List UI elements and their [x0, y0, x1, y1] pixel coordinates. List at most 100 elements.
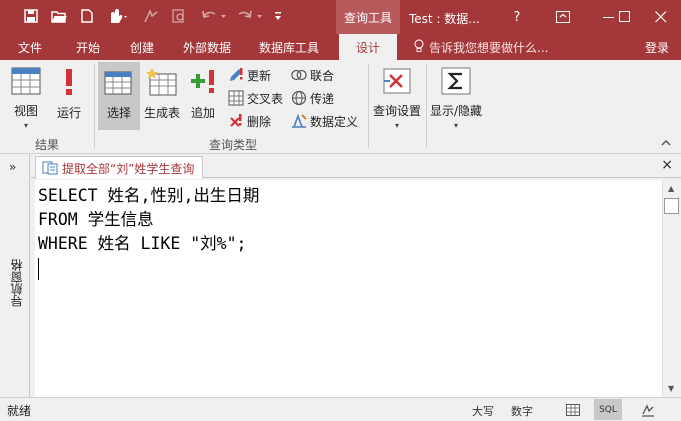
tab-design[interactable]: 设计 — [339, 34, 397, 60]
select-query-button[interactable]: 选择 — [98, 62, 140, 130]
datasheet-view-icon[interactable] — [559, 399, 587, 420]
lightbulb-icon — [413, 38, 425, 56]
new-document-icon[interactable] — [76, 4, 98, 28]
touch-mode-icon[interactable] — [102, 4, 132, 28]
help-button[interactable]: ? — [494, 0, 540, 34]
tell-me-text: 告诉我您想要做什么... — [429, 40, 549, 55]
pass-through-label: 传递 — [310, 91, 335, 106]
show-hide-label: 显示/隐藏 — [429, 104, 483, 118]
caps-lock-indicator: 大写 — [472, 405, 494, 418]
delete-x-icon — [228, 113, 244, 129]
nav-pane-label[interactable]: 导航窗格 — [8, 259, 24, 307]
save-icon[interactable] — [20, 4, 42, 28]
query-tab-label: 提取全部“刘”姓学生查询 — [62, 161, 195, 176]
make-table-icon — [146, 66, 178, 98]
view-button[interactable]: 视图 ▾ — [6, 62, 46, 130]
sql-view-button[interactable]: SQL — [594, 399, 622, 420]
window-title: Test : 数据... — [409, 12, 480, 26]
query-setup-icon — [381, 66, 413, 96]
select-label: 选择 — [106, 106, 131, 120]
ribbon-display-options-icon[interactable] — [540, 0, 586, 34]
select-query-icon — [103, 66, 135, 98]
vertical-scrollbar[interactable]: ▲ ▼ — [662, 180, 681, 397]
pass-through-query-button[interactable]: 传递 — [291, 87, 334, 109]
maximize-icon[interactable] — [610, 0, 640, 34]
close-document-button[interactable]: × — [661, 157, 673, 173]
sigma-totals-icon — [440, 66, 472, 96]
make-table-button[interactable]: 生成表 — [142, 62, 182, 130]
nav-expand-button[interactable]: » — [9, 160, 16, 174]
sql-editor[interactable]: SELECT 姓名,性别,出生日期 FROM 学生信息 WHERE 姓名 LIK… — [35, 180, 662, 397]
append-plus-icon — [187, 66, 219, 98]
delete-query-button[interactable]: 删除 — [228, 110, 271, 132]
ribbon: 视图 ▾ 运行 结果 选择 生成表 追加 更新 交叉表 删除 联合 传递 数据定… — [0, 60, 681, 154]
crosstab-query-button[interactable]: 交叉表 — [228, 87, 283, 109]
undo-icon[interactable] — [198, 4, 230, 28]
redo-icon[interactable] — [234, 4, 266, 28]
tab-database-tools[interactable]: 数据库工具 — [259, 34, 319, 60]
append-button[interactable]: 追加 — [186, 62, 220, 130]
collapse-ribbon-icon[interactable] — [661, 138, 671, 149]
data-definition-query-button[interactable]: 数据定义 — [291, 110, 358, 132]
view-caret-icon: ▾ — [23, 121, 28, 130]
design-view-icon[interactable] — [634, 399, 662, 420]
scroll-down-icon[interactable]: ▼ — [668, 384, 674, 393]
find-icon[interactable] — [168, 4, 190, 28]
scroll-thumb[interactable] — [664, 198, 679, 214]
close-icon[interactable] — [640, 0, 681, 34]
tell-me-box[interactable]: 告诉我您想要做什么... — [413, 34, 548, 60]
update-pencil-icon — [228, 67, 244, 83]
sql-line: WHERE 姓名 LIKE "刘%"; — [38, 234, 247, 253]
query-setup-caret-icon: ▾ — [394, 121, 399, 130]
tab-create[interactable]: 创建 — [130, 34, 154, 60]
title-bar: 查询工具 Test : 数据... ? — [0, 0, 681, 34]
tab-home[interactable]: 开始 — [76, 34, 100, 60]
union-query-button[interactable]: 联合 — [291, 64, 334, 86]
union-rings-icon — [291, 67, 307, 83]
data-definition-icon — [291, 113, 307, 129]
union-label: 联合 — [310, 68, 335, 83]
group-separator — [368, 64, 369, 148]
query-tools-context-tab: 查询工具 — [336, 0, 400, 34]
login-link[interactable]: 登录 — [645, 34, 669, 60]
view-label: 视图 — [13, 104, 38, 118]
open-folder-icon[interactable] — [48, 4, 70, 28]
sql-line: SELECT 姓名,性别,出生日期 — [38, 186, 260, 205]
results-group-label: 结果 — [34, 138, 59, 152]
datasheet-view-icon — [10, 66, 42, 96]
query-setup-label: 查询设置 — [372, 104, 421, 118]
run-exclamation-icon — [53, 66, 85, 98]
make-table-label: 生成表 — [143, 106, 180, 120]
tab-file[interactable]: 文件 — [18, 34, 42, 60]
run-label: 运行 — [56, 106, 81, 120]
query-icon — [42, 161, 58, 178]
tab-external-data[interactable]: 外部数据 — [183, 34, 231, 60]
show-hide-button[interactable]: 显示/隐藏 ▾ — [429, 62, 483, 130]
data-definition-label: 数据定义 — [310, 114, 359, 129]
design-view-icon[interactable] — [140, 4, 162, 28]
crosstab-label: 交叉表 — [247, 91, 284, 106]
group-separator — [426, 64, 427, 148]
update-label: 更新 — [247, 68, 272, 83]
query-type-group-label: 查询类型 — [208, 138, 257, 152]
append-label: 追加 — [190, 106, 215, 120]
query-setup-button[interactable]: 查询设置 ▾ — [372, 62, 422, 130]
ribbon-tab-row: 文件 开始 创建 外部数据 数据库工具 设计 告诉我您想要做什么... 登录 — [0, 34, 681, 60]
sql-line: FROM 学生信息 — [38, 210, 154, 229]
cursor-line — [38, 256, 662, 280]
num-lock-indicator: 数字 — [511, 405, 533, 418]
navigation-pane: » 导航窗格 — [0, 154, 30, 397]
crosstab-grid-icon — [228, 90, 244, 106]
status-bar: 就绪 大写 数字 SQL — [0, 397, 681, 421]
delete-label: 删除 — [247, 114, 272, 129]
text-cursor — [38, 257, 39, 280]
query-document-tab[interactable]: 提取全部“刘”姓学生查询 — [35, 156, 204, 179]
show-hide-caret-icon: ▾ — [453, 121, 458, 130]
update-query-button[interactable]: 更新 — [228, 64, 271, 86]
run-button[interactable]: 运行 — [52, 62, 86, 130]
globe-icon — [291, 90, 307, 106]
group-separator — [94, 64, 95, 148]
scroll-up-icon[interactable]: ▲ — [668, 184, 674, 193]
customize-qat-icon[interactable] — [270, 4, 286, 28]
status-ready: 就绪 — [7, 404, 32, 418]
